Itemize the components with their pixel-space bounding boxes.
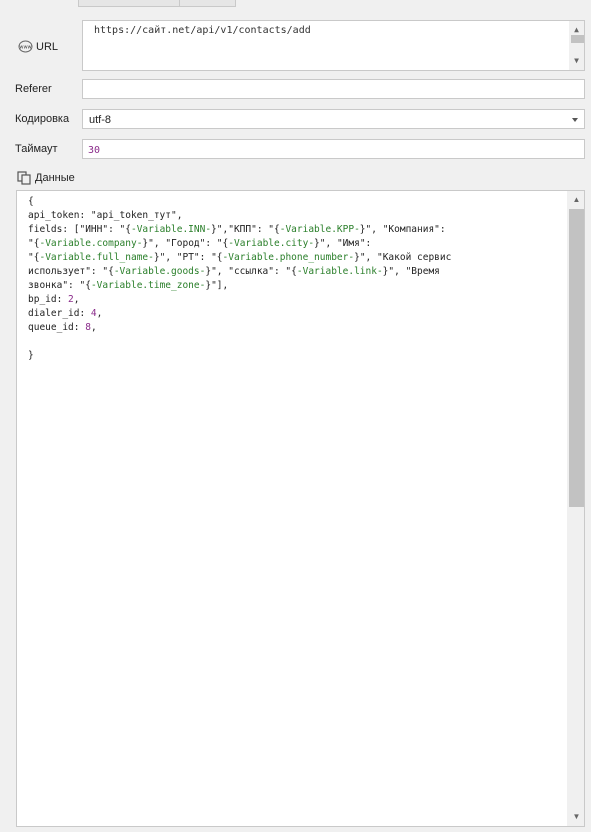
code-line: fields: ["ИНН": "{-Variable.INN-}","КПП"… bbox=[28, 224, 446, 235]
code-line: bp_id: 2, bbox=[28, 294, 80, 305]
svg-text:www: www bbox=[19, 45, 31, 51]
encoding-label: Кодировка bbox=[15, 113, 70, 125]
url-field[interactable]: https://сайт.net/api/v1/contacts/add ▲ ▼ bbox=[82, 20, 585, 71]
tab-1[interactable] bbox=[78, 0, 180, 7]
code-line: queue_id: 8, bbox=[28, 322, 97, 333]
scroll-down-icon[interactable]: ▼ bbox=[569, 54, 584, 68]
scroll-thumb[interactable] bbox=[569, 209, 584, 507]
tab-2[interactable] bbox=[179, 0, 236, 7]
url-value: https://сайт.net/api/v1/contacts/add bbox=[94, 25, 311, 36]
data-label: Данные bbox=[35, 172, 75, 184]
code-line: dialer_id: 4, bbox=[28, 308, 103, 319]
code-line: { bbox=[28, 196, 34, 207]
code-line: "{-Variable.company-}", "Город": "{-Vari… bbox=[28, 238, 372, 249]
code-line: "{-Variable.full_name-}", "РТ": "{-Varia… bbox=[28, 252, 452, 263]
globe-www-icon: www bbox=[18, 40, 33, 53]
copy-pages-icon bbox=[17, 171, 31, 185]
code-line: api_token: "api_token_тут", bbox=[28, 210, 183, 221]
data-code[interactable]: { api_token: "api_token_тут", fields: ["ИН… bbox=[28, 195, 568, 363]
data-editor[interactable]: { api_token: "api_token_тут", fields: ["ИН… bbox=[16, 190, 585, 827]
chevron-down-icon[interactable] bbox=[572, 118, 578, 122]
tab-strip bbox=[0, 0, 591, 7]
editor-scrollbar[interactable]: ▲ ▼ bbox=[567, 191, 584, 826]
referer-field[interactable] bbox=[82, 79, 585, 99]
code-line: } bbox=[28, 350, 34, 361]
timeout-label: Таймаут bbox=[15, 143, 58, 155]
url-scrollbar[interactable]: ▲ ▼ bbox=[569, 21, 584, 70]
encoding-value: utf-8 bbox=[89, 114, 112, 126]
code-line: использует": "{-Variable.goods-}", "ссыл… bbox=[28, 266, 440, 277]
timeout-field[interactable]: 30 bbox=[82, 139, 585, 159]
code-line: звонка": "{-Variable.time_zone-}"], bbox=[28, 280, 229, 291]
scroll-down-icon[interactable]: ▼ bbox=[569, 810, 584, 824]
scroll-up-icon[interactable]: ▲ bbox=[569, 193, 584, 207]
encoding-select[interactable]: utf-8 bbox=[82, 109, 585, 129]
referer-label: Referer bbox=[15, 83, 52, 95]
scroll-thumb[interactable] bbox=[571, 35, 584, 43]
url-label: URL bbox=[36, 41, 59, 53]
timeout-value: 30 bbox=[88, 145, 101, 156]
